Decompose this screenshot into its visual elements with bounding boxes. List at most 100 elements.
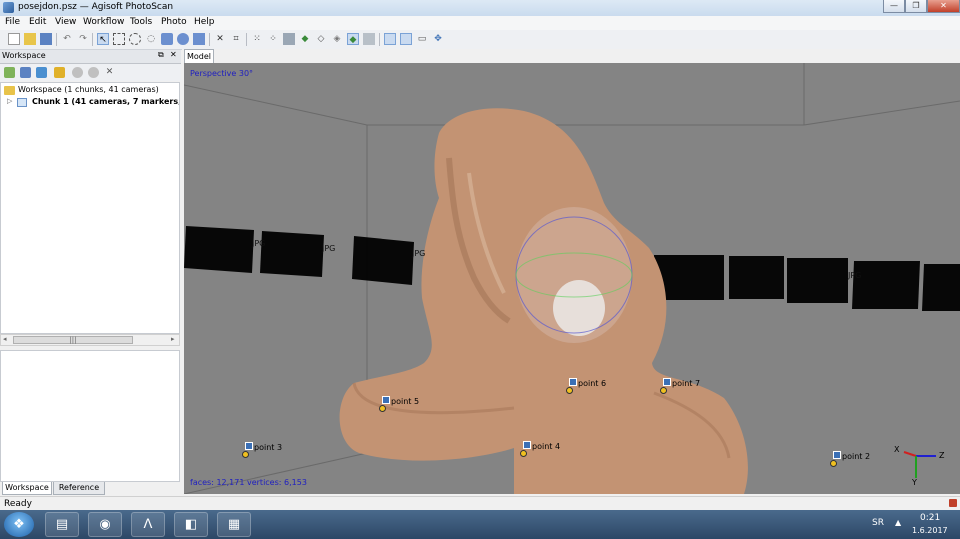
menu-photo[interactable]: Photo	[161, 17, 187, 27]
marker-label: point 4	[532, 442, 561, 451]
scroll-left-icon[interactable]: ◂	[3, 335, 7, 343]
title-bar: posejdon.psz — Agisoft PhotoScan — ❐ ✕	[0, 0, 960, 16]
window-title: posejdon.psz — Agisoft PhotoScan	[18, 2, 174, 12]
show-markers-icon[interactable]	[400, 33, 412, 45]
marker-label: point 3	[254, 443, 283, 452]
move-region-icon[interactable]	[161, 33, 173, 45]
rectangle-selection-icon[interactable]	[113, 33, 125, 45]
camera-rect[interactable]	[184, 226, 254, 273]
marker-dot-icon	[566, 387, 573, 394]
camera-rect[interactable]	[787, 258, 848, 303]
marker-flag-icon	[382, 396, 390, 404]
properties-pane	[0, 350, 180, 482]
enable-icon[interactable]	[72, 67, 83, 78]
marker-label: point 7	[672, 379, 701, 388]
clock-time[interactable]: 0:21	[920, 513, 940, 523]
rotate-region-icon[interactable]	[193, 33, 205, 45]
menu-tools[interactable]: Tools	[130, 17, 152, 27]
redo-icon[interactable]: ↷	[77, 33, 89, 45]
panel-tabs: Workspace Reference	[0, 482, 181, 496]
camera-rect[interactable]	[852, 261, 920, 309]
add-marker-icon[interactable]	[54, 67, 65, 78]
delete-selection-icon[interactable]: ✕	[214, 33, 226, 45]
camera-rect[interactable]	[922, 264, 960, 311]
clock-date[interactable]: 1.6.2017	[912, 526, 948, 535]
chrome-task-icon[interactable]: ◉	[88, 512, 122, 537]
photoscan-task-icon[interactable]: ◧	[174, 512, 208, 537]
circle-selection-icon[interactable]	[129, 33, 141, 45]
show-region-icon[interactable]: ▭	[416, 33, 428, 45]
tree-item-chunk-label: Chunk 1 (41 cameras, 7 markers, 9,796	[32, 97, 180, 106]
camera-rect[interactable]	[352, 236, 414, 285]
add-photos-icon[interactable]	[20, 67, 31, 78]
add-folder-icon[interactable]	[36, 67, 47, 78]
toolbar-separator	[379, 33, 380, 46]
axis-z-label: Z	[939, 451, 945, 460]
perspective-label: Perspective 30°	[190, 69, 254, 78]
minimize-button[interactable]: —	[883, 0, 905, 13]
new-icon[interactable]	[8, 33, 20, 45]
show-trackball-icon[interactable]: ✥	[432, 33, 444, 45]
navigation-icon[interactable]: ↖	[97, 33, 109, 45]
axis-gizmo	[903, 451, 936, 478]
free-form-selection-icon[interactable]: ◌	[145, 33, 157, 45]
marker-label: point 6	[578, 379, 607, 388]
menu-workflow[interactable]: Workflow	[83, 17, 124, 27]
console-icon[interactable]	[949, 499, 957, 507]
status-bar: Ready	[0, 496, 960, 511]
tiled-model-icon[interactable]	[363, 33, 375, 45]
scrollbar-thumb[interactable]: |||	[13, 336, 133, 344]
scroll-right-icon[interactable]: ▸	[171, 335, 175, 343]
solid-icon[interactable]: ◆	[299, 33, 311, 45]
textured-icon[interactable]: ◈	[331, 33, 343, 45]
dense-cloud-icon[interactable]: ⁘	[267, 33, 279, 45]
menu-file[interactable]: File	[5, 17, 20, 27]
open-icon[interactable]	[24, 33, 36, 45]
show-cameras-icon[interactable]	[384, 33, 396, 45]
language-indicator[interactable]: SR	[872, 518, 884, 528]
save-icon[interactable]	[40, 33, 52, 45]
marker-dot-icon	[520, 450, 527, 457]
marker-dot-icon	[660, 387, 667, 394]
crop-selection-icon[interactable]: ⌗	[230, 33, 242, 45]
add-chunk-icon[interactable]	[4, 67, 15, 78]
disable-icon[interactable]	[88, 67, 99, 78]
menu-view[interactable]: View	[55, 17, 76, 27]
shaded-icon[interactable]	[283, 33, 295, 45]
workspace-horizontal-scrollbar[interactable]: ◂ ||| ▸	[0, 334, 180, 346]
camera-rect[interactable]	[729, 256, 784, 299]
axis-y-label: Y	[912, 478, 917, 487]
axis-x-label: X	[894, 445, 900, 454]
float-panel-icon[interactable]: ⧉	[158, 50, 164, 60]
maximize-button[interactable]: ❐	[905, 0, 927, 13]
menu-edit[interactable]: Edit	[29, 17, 46, 27]
remove-items-icon[interactable]: ✕	[104, 67, 115, 78]
resize-region-icon[interactable]	[177, 33, 189, 45]
video-task-icon[interactable]: ▦	[217, 512, 251, 537]
marker-dot-icon	[242, 451, 249, 458]
chunk-icon	[17, 98, 27, 107]
model-viewport[interactable]: Perspective 30° JPG JPG JPG JPG point 2 …	[184, 63, 960, 494]
tab-workspace[interactable]: Workspace	[2, 482, 52, 495]
wireframe-icon[interactable]: ◇	[315, 33, 327, 45]
tab-model[interactable]: Model	[184, 49, 214, 63]
undo-icon[interactable]: ↶	[61, 33, 73, 45]
camera-label: JPG	[252, 239, 266, 248]
close-button[interactable]: ✕	[927, 0, 960, 13]
explorer-task-icon[interactable]: ▤	[45, 512, 79, 537]
marker-label: point 5	[391, 397, 420, 406]
close-panel-icon[interactable]: ✕	[170, 50, 177, 59]
marker-flag-icon	[663, 378, 671, 386]
tab-reference[interactable]: Reference	[53, 482, 105, 495]
camera-rect[interactable]	[260, 231, 324, 277]
tree-item-workspace-label: Workspace (1 chunks, 41 cameras)	[18, 85, 159, 94]
acrobat-task-icon[interactable]: ᐱ	[131, 512, 165, 537]
model-icon[interactable]: ◆	[347, 33, 359, 45]
status-text: Ready	[4, 499, 32, 509]
tray-expand-icon[interactable]: ▲	[895, 518, 901, 527]
workspace-icon	[4, 86, 15, 95]
menu-help[interactable]: Help	[194, 17, 215, 27]
expand-arrow-icon[interactable]: ▷	[7, 97, 12, 105]
start-button[interactable]: ❖	[4, 512, 34, 537]
point-cloud-icon[interactable]: ⁙	[251, 33, 263, 45]
